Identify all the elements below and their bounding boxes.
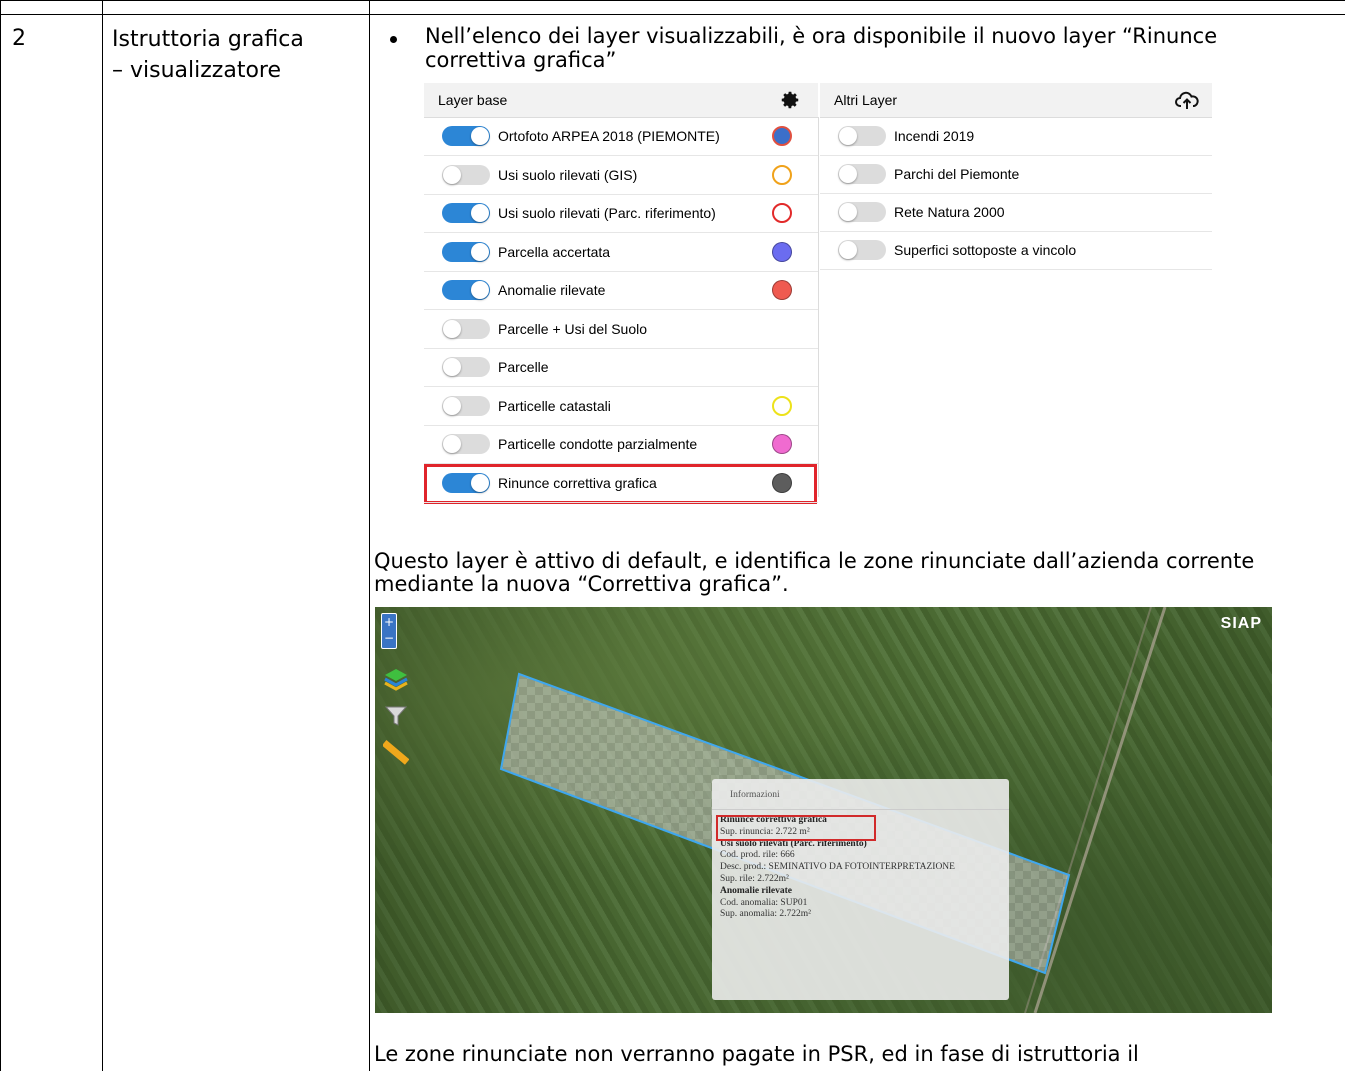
cloud-upload-icon[interactable]	[1175, 89, 1199, 111]
layer-toggle[interactable]	[442, 395, 490, 416]
map-view[interactable]: + − SIAP Informazioni Rinunce correttiva…	[375, 607, 1272, 1013]
info-popup: Informazioni Rinunce correttiva grafica S…	[712, 779, 1009, 1000]
siap-logo: SIAP	[1220, 615, 1262, 632]
alt-layer-row: Superfici sottoposte a vincolo	[820, 231, 1212, 270]
paragraph: Le zone rinunciate non verranno pagate i…	[374, 1042, 1139, 1066]
layer-toggle[interactable]	[442, 241, 490, 262]
layer-row: Anomalie rilevate	[424, 271, 818, 310]
layer-label: Usi suolo rilevati (Parc. riferimento)	[498, 205, 716, 221]
alt-layer-row: Rete Natura 2000	[820, 193, 1212, 232]
layer-color-dot	[772, 241, 792, 262]
layer-toggle[interactable]	[838, 202, 886, 222]
layer-toggle[interactable]	[442, 472, 490, 493]
layer-base-header: Layer base	[424, 83, 818, 118]
layer-row: Usi suolo rilevati (Parc. riferimento)	[424, 194, 818, 233]
layer-color-dot	[772, 280, 792, 300]
popup-line: Anomalie rilevate	[720, 885, 793, 896]
popup-line: Sup. anomalia: 2.722m²	[720, 909, 811, 920]
calendar-icon	[772, 126, 792, 146]
layer-row: Parcella accertata	[424, 233, 818, 272]
layer-color-dot	[772, 472, 792, 493]
column-divider	[818, 117, 819, 497]
layer-toggle[interactable]	[838, 126, 886, 146]
layer-toggle[interactable]	[442, 164, 490, 185]
layer-label: Particelle condotte parzialmente	[498, 436, 698, 452]
layer-row: Rinunce correttiva grafica	[424, 464, 818, 503]
popup-title: Informazioni	[730, 790, 780, 800]
layer-label: Parcelle + Usi del Suolo	[498, 320, 648, 337]
popup-header: Informazioni	[712, 779, 1009, 810]
popup-line: Cod. anomalia: SUP01	[720, 897, 808, 908]
layer-alt-header: Altri Layer	[820, 83, 1212, 118]
layer-toggle[interactable]	[442, 318, 490, 339]
layer-row: Particelle condotte parzialmente	[424, 425, 818, 464]
layer-label: Ortofoto ARPEA 2018 (PIEMONTE)	[498, 128, 720, 144]
bullet-icon	[390, 36, 397, 43]
layer-label: Particelle catastali	[498, 397, 611, 414]
row-title: Istruttoria grafica – visualizzatore	[112, 24, 304, 86]
bullet-text: Nell’elenco dei layer visualizzabili, è …	[425, 24, 1218, 72]
layer-label: Parchi del Piemonte	[894, 166, 1020, 182]
layer-row: Usi suolo rilevati (GIS)	[424, 156, 818, 195]
layer-label: Parcella accertata	[498, 243, 611, 260]
alt-layer-row: Parchi del Piemonte	[820, 155, 1212, 194]
table-top-border	[0, 0, 1345, 1]
popup-line: Desc. prod.: SEMINATIVO DA FOTOINTERPRET…	[720, 862, 955, 873]
paragraph: Questo layer è attivo di default, e iden…	[374, 549, 1255, 596]
layer-label: Anomalie rilevate	[498, 282, 606, 298]
layer-panel: Layer base Altri Layer Ortofoto ARPEA 20…	[424, 83, 1212, 507]
layer-label: Parcelle	[498, 359, 549, 375]
popup-line: Sup. rile: 2.722m²	[720, 873, 789, 884]
layer-toggle[interactable]	[442, 357, 490, 377]
table-column-divider	[369, 0, 370, 1071]
layer-toggle[interactable]	[838, 240, 886, 260]
layer-base-title: Layer base	[438, 92, 508, 108]
row-number: 2	[12, 26, 26, 51]
popup-highlight-box	[716, 815, 876, 841]
layer-row: Parcelle + Usi del Suolo	[424, 310, 818, 349]
layer-row: Ortofoto ARPEA 2018 (PIEMONTE)	[424, 117, 818, 156]
layer-toggle[interactable]	[442, 434, 490, 454]
layer-toggle[interactable]	[442, 126, 490, 146]
zoom-in-button[interactable]: +	[382, 614, 396, 630]
popup-line: Cod. prod. rile: 666	[720, 850, 795, 861]
layer-label: Incendi 2019	[894, 128, 975, 144]
layer-alt-title: Altri Layer	[834, 92, 898, 108]
layer-color-ring	[772, 395, 792, 416]
layer-label: Usi suolo rilevati (GIS)	[498, 166, 638, 183]
table-column-divider	[102, 0, 103, 1071]
row-title-line: Istruttoria grafica	[112, 27, 304, 52]
layer-row: Particelle catastali	[424, 387, 818, 426]
layer-toggle[interactable]	[442, 203, 490, 223]
table-row-border	[0, 14, 1345, 15]
layer-label: Rete Natura 2000	[894, 204, 1005, 220]
alt-layer-row: Incendi 2019	[820, 117, 1212, 156]
layer-color-ring	[772, 164, 792, 185]
zoom-out-button[interactable]: −	[382, 630, 396, 646]
layer-toggle[interactable]	[838, 164, 886, 184]
layer-label: Rinunce correttiva grafica	[498, 474, 657, 491]
ruler-icon[interactable]	[383, 739, 409, 765]
row-title-line: – visualizzatore	[112, 58, 281, 83]
layer-label: Superfici sottoposte a vincolo	[894, 242, 1077, 258]
filter-icon[interactable]	[383, 703, 409, 729]
zoom-control[interactable]: + −	[381, 613, 397, 649]
layers-icon[interactable]	[383, 665, 409, 691]
gear-icon[interactable]	[779, 89, 801, 111]
layer-row: Parcelle	[424, 348, 818, 387]
layer-color-dot	[772, 434, 792, 454]
layer-toggle[interactable]	[442, 280, 490, 300]
layer-color-ring	[772, 203, 792, 223]
table-left-border	[0, 0, 1, 1071]
